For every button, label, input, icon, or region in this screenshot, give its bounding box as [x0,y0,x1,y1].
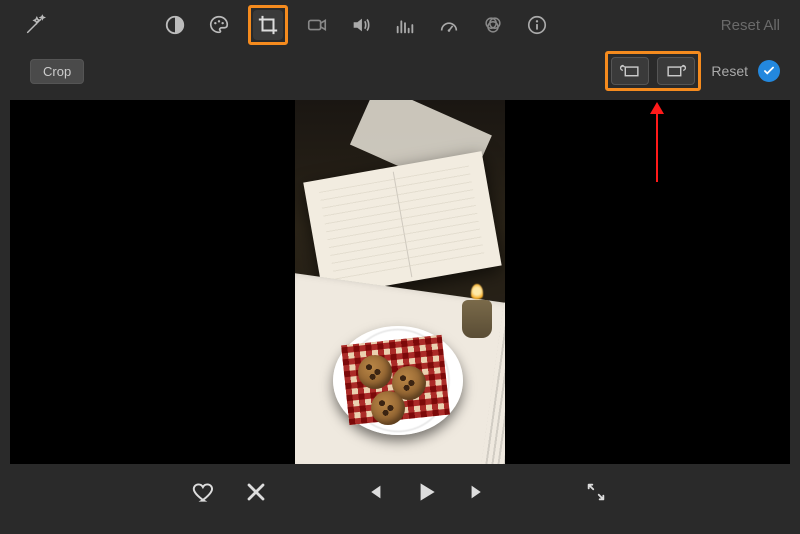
media-image[interactable] [295,100,505,464]
heart-icon [191,479,217,505]
next-button[interactable] [464,478,492,506]
camera-icon [306,14,328,36]
image-candle [462,300,492,338]
magic-wand-button[interactable] [20,10,50,40]
crop-tool-highlight [248,5,288,45]
playback-group [360,478,492,506]
annotation-arrow [656,112,658,182]
wand-area [20,10,160,40]
image-cookie [371,391,405,425]
speedometer-icon [438,14,460,36]
tool-icons [160,5,552,45]
fullscreen-button[interactable] [582,478,610,506]
play-button[interactable] [412,478,440,506]
crop-mode-button[interactable]: Crop [30,59,84,84]
reset-button[interactable]: Reset [711,63,748,79]
wand-icon [24,14,46,36]
volume-icon [350,14,372,36]
media-viewer [10,100,790,464]
rotate-cw-button[interactable] [657,57,695,85]
color-filters-icon [482,14,504,36]
bottom-bar [0,468,800,516]
contrast-icon [164,14,186,36]
crop-right-controls: Reset [605,51,780,91]
equalizer-button[interactable] [390,10,420,40]
previous-button[interactable] [360,478,388,506]
rotate-cw-icon [665,63,687,79]
color-filters-button[interactable] [478,10,508,40]
previous-icon [363,481,385,503]
volume-button[interactable] [346,10,376,40]
favorite-button[interactable] [190,478,218,506]
reset-all-button[interactable]: Reset All [721,17,780,34]
image-cookie [358,355,392,389]
crop-row: Crop Reset [0,50,800,92]
info-button[interactable] [522,10,552,40]
rotate-ccw-icon [619,63,641,79]
check-icon [762,64,776,78]
crop-icon [257,14,279,36]
info-icon [526,14,548,36]
rating-group [190,478,270,506]
apply-check-button[interactable] [758,60,780,82]
rotate-ccw-button[interactable] [611,57,649,85]
reject-icon [244,480,268,504]
top-toolbar: Reset All [0,0,800,50]
palette-icon [208,14,230,36]
crop-button[interactable] [253,10,283,40]
reject-button[interactable] [242,478,270,506]
view-group [582,478,610,506]
color-palette-button[interactable] [204,10,234,40]
equalizer-icon [394,14,416,36]
next-icon [467,481,489,503]
contrast-button[interactable] [160,10,190,40]
rotate-buttons-highlight [605,51,701,91]
camera-button[interactable] [302,10,332,40]
speedometer-button[interactable] [434,10,464,40]
fullscreen-icon [585,481,607,503]
play-icon [413,479,439,505]
